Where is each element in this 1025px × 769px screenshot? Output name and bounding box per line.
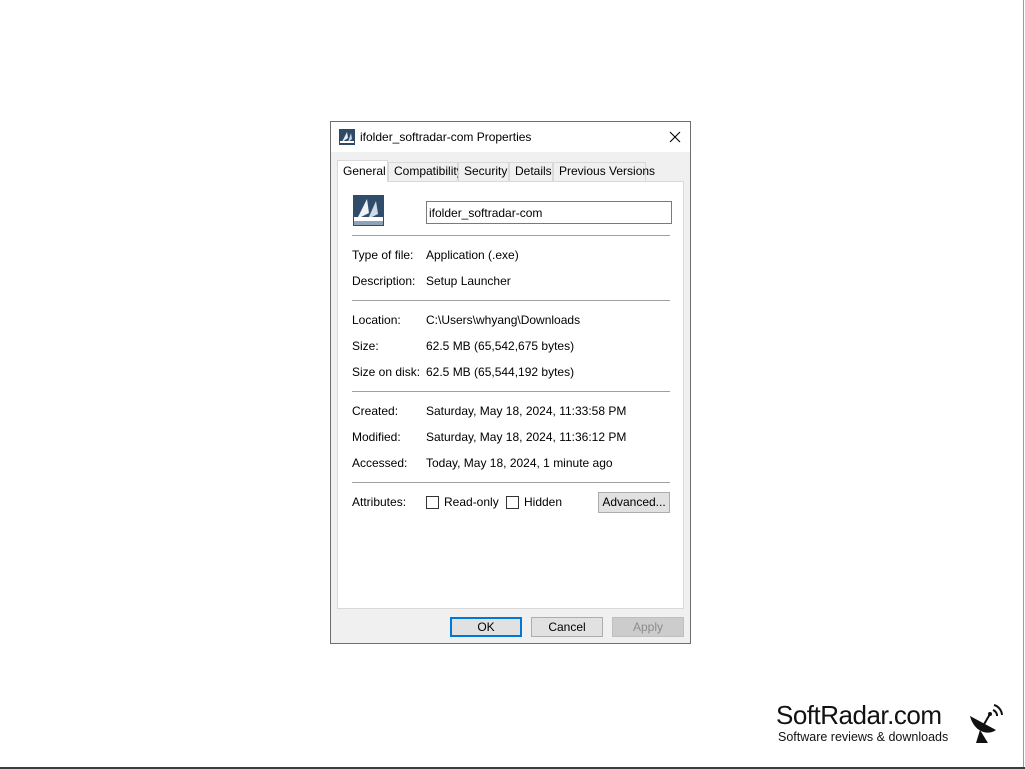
read-only-checkbox[interactable]: Read-only <box>426 495 499 509</box>
window-title: ifolder_softradar-com Properties <box>360 130 532 144</box>
hidden-checkbox-box[interactable] <box>506 495 519 509</box>
size-value: 62.5 MB (65,542,675 bytes) <box>426 339 575 353</box>
tab-security[interactable]: Security <box>458 162 509 181</box>
location-value: C:\Users\whyang\Downloads <box>426 313 581 327</box>
size-label: Size: <box>352 339 379 353</box>
softradar-watermark: SoftRadar.com Software reviews & downloa… <box>776 700 1008 748</box>
hidden-label: Hidden <box>524 495 563 509</box>
type-of-file-value: Application (.exe) <box>426 248 519 262</box>
accessed-value: Today, May 18, 2024, 1 minute ago <box>426 456 613 470</box>
modified-value: Saturday, May 18, 2024, 11:36:12 PM <box>426 430 627 444</box>
divider <box>352 391 670 392</box>
created-label: Created: <box>352 404 399 418</box>
read-only-label: Read-only <box>444 495 499 509</box>
satellite-dish-icon <box>970 704 1003 743</box>
application-icon <box>352 194 385 227</box>
close-icon <box>669 131 681 143</box>
created-value: Saturday, May 18, 2024, 11:33:58 PM <box>426 404 627 418</box>
advanced-button[interactable]: Advanced... <box>598 492 670 513</box>
properties-dialog: ifolder_softradar-com Properties General… <box>330 121 691 644</box>
size-on-disk-label: Size on disk: <box>352 365 421 379</box>
divider <box>352 300 670 301</box>
title-bar[interactable]: ifolder_softradar-com Properties <box>331 122 690 152</box>
tab-details[interactable]: Details <box>509 162 553 181</box>
size-on-disk-value: 62.5 MB (65,544,192 bytes) <box>426 365 575 379</box>
general-panel: Type of file: Application (.exe) Descrip… <box>337 181 684 609</box>
close-button[interactable] <box>660 122 690 152</box>
type-of-file-label: Type of file: <box>352 248 414 262</box>
apply-button[interactable]: Apply <box>612 617 684 637</box>
screen: ifolder_softradar-com Properties General… <box>0 0 1025 769</box>
watermark-name: SoftRadar.com <box>776 700 942 730</box>
file-name-input[interactable] <box>426 201 672 224</box>
description-label: Description: <box>352 274 416 288</box>
modified-label: Modified: <box>352 430 401 444</box>
accessed-label: Accessed: <box>352 456 408 470</box>
divider <box>352 235 670 236</box>
ok-button[interactable]: OK <box>450 617 522 637</box>
description-value: Setup Launcher <box>426 274 511 288</box>
hidden-checkbox[interactable]: Hidden <box>506 495 562 509</box>
location-label: Location: <box>352 313 401 327</box>
watermark-tagline: Software reviews & downloads <box>778 730 949 744</box>
attributes-label: Attributes: <box>352 495 407 509</box>
tab-compatibility[interactable]: Compatibility <box>388 162 463 181</box>
screen-edge-divider <box>1023 0 1024 769</box>
tab-general[interactable]: General <box>337 160 388 182</box>
cancel-button[interactable]: Cancel <box>531 617 603 637</box>
tab-previous-versions[interactable]: Previous Versions <box>553 162 655 181</box>
divider <box>352 482 670 483</box>
setup-launcher-icon <box>339 129 355 145</box>
read-only-checkbox-box[interactable] <box>426 495 439 509</box>
